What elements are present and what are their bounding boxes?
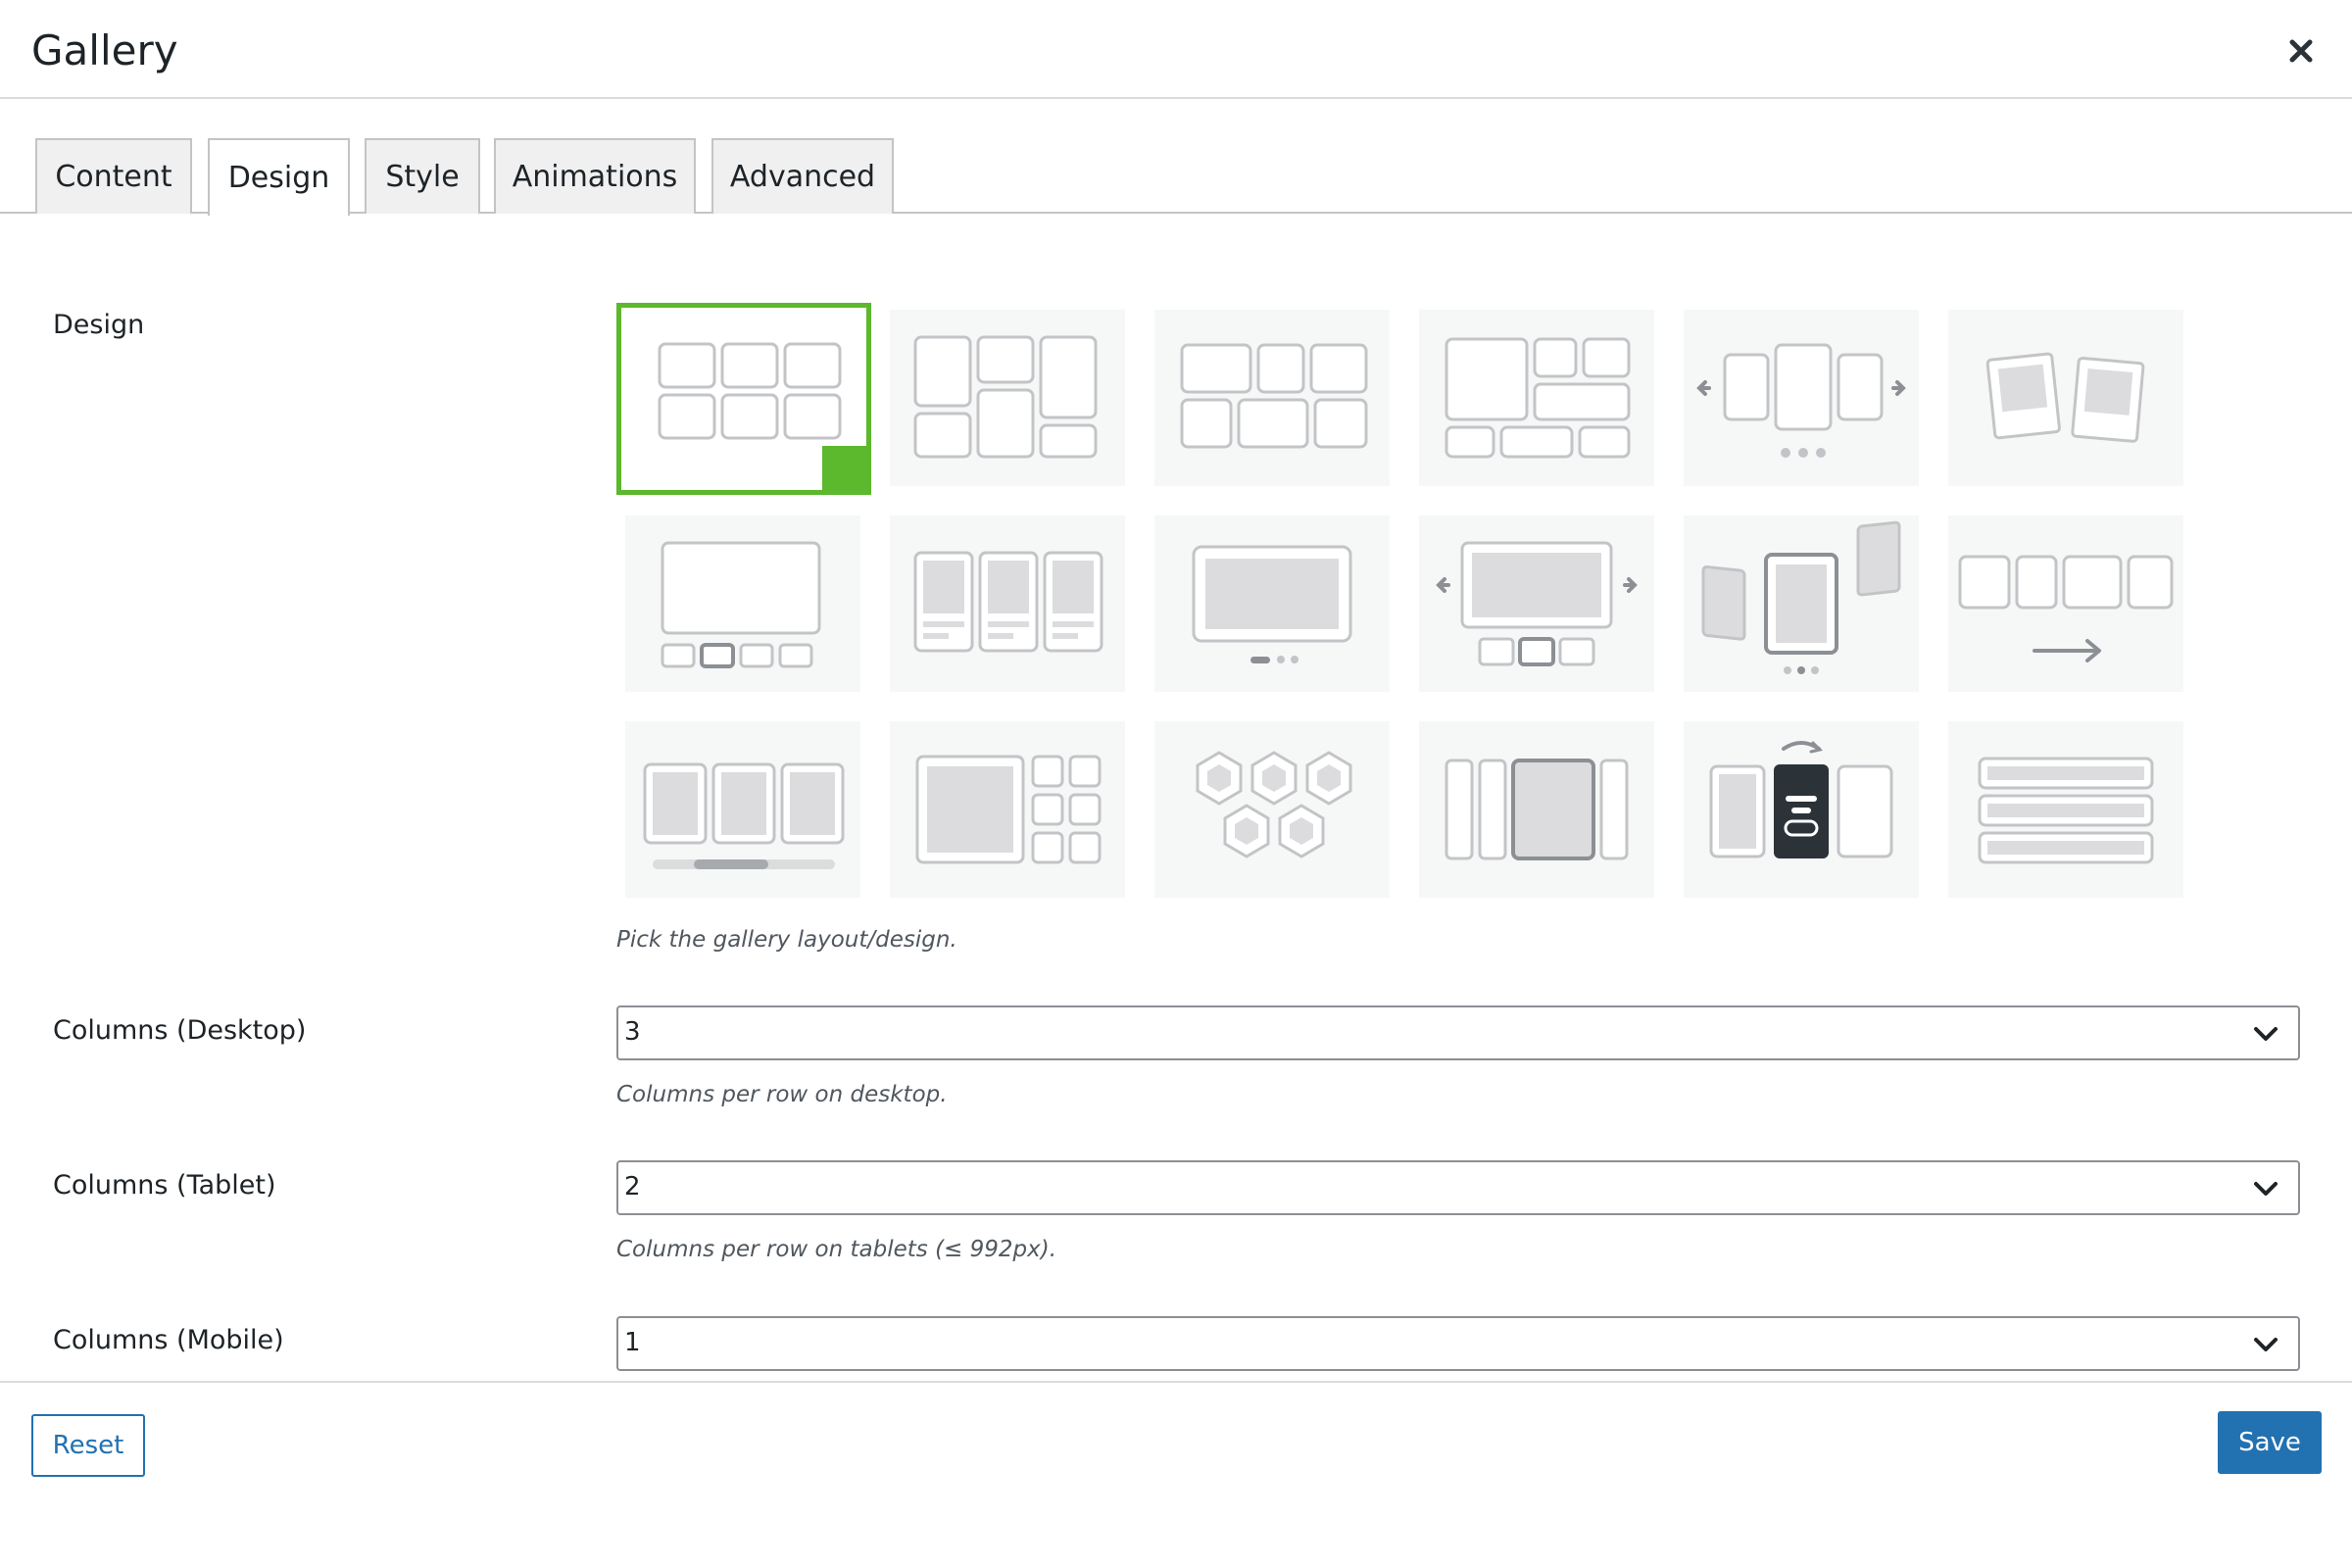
- columns-desktop-value: 3: [624, 1017, 641, 1047]
- modal-header: Gallery: [0, 0, 2352, 99]
- columns-mobile-value: 1: [624, 1328, 641, 1357]
- columns-tablet-value: 2: [624, 1172, 641, 1201]
- modal-footer: Reset Save: [0, 1381, 2352, 1568]
- thumbnail-slider-layout-icon: [661, 541, 821, 668]
- tab-bar: Content Design Style Animations Advanced: [0, 99, 2352, 216]
- chevron-down-icon: [2254, 1182, 2278, 1196]
- mosaic-layout-icon: [1445, 337, 1631, 459]
- layout-option-coverflow[interactable]: [1684, 515, 1919, 692]
- layout-option-hexagon[interactable]: [1154, 721, 1390, 898]
- checkmark-icon: [822, 446, 1027, 600]
- columns-tablet-label: Columns (Tablet): [53, 1170, 276, 1200]
- columns-mobile-label: Columns (Mobile): [53, 1325, 284, 1355]
- flip-card-layout-icon: [1709, 741, 1893, 858]
- layout-option-featured-grid[interactable]: [890, 721, 1125, 898]
- chevron-down-icon: [2254, 1027, 2278, 1041]
- columns-tablet-help: Columns per row on tablets (≤ 992px).: [616, 1237, 1057, 1262]
- carousel-layout-icon: [1696, 343, 1906, 458]
- tab-advanced[interactable]: Advanced: [711, 138, 894, 214]
- reset-button[interactable]: Reset: [31, 1414, 145, 1477]
- modal-title: Gallery: [31, 26, 178, 74]
- featured-grid-layout-icon: [915, 755, 1102, 864]
- layout-option-cards[interactable]: [890, 515, 1125, 692]
- design-help-text: Pick the gallery layout/design.: [616, 927, 957, 953]
- layout-option-slider-thumbnails[interactable]: [1419, 515, 1654, 692]
- accordion-layout-icon: [1445, 759, 1629, 860]
- layout-option-justified[interactable]: [1154, 310, 1390, 486]
- polaroid-layout-icon: [1985, 352, 2145, 443]
- columns-tablet-select[interactable]: 2: [616, 1160, 2300, 1215]
- tab-style[interactable]: Style: [365, 138, 480, 214]
- scroll-bar-layout-icon: [643, 762, 845, 869]
- list-layout-icon: [1978, 757, 2154, 864]
- columns-mobile-select[interactable]: 1: [616, 1316, 2300, 1371]
- hexagon-layout-icon: [1196, 751, 1352, 858]
- layout-option-scroll-bar[interactable]: [625, 721, 860, 898]
- design-layout-grid: [616, 303, 2185, 898]
- layout-option-mosaic[interactable]: [1419, 310, 1654, 486]
- chevron-down-icon: [2254, 1338, 2278, 1351]
- layout-option-carousel[interactable]: [1684, 310, 1919, 486]
- cards-layout-icon: [913, 551, 1103, 653]
- columns-desktop-label: Columns (Desktop): [53, 1015, 307, 1046]
- layout-option-flip-card[interactable]: [1684, 721, 1919, 898]
- tab-animations[interactable]: Animations: [494, 138, 696, 214]
- tab-content[interactable]: Content: [35, 138, 192, 214]
- layout-option-horizontal-scroll[interactable]: [1948, 515, 2183, 692]
- horizontal-scroll-layout-icon: [1958, 555, 2174, 662]
- masonry-layout-icon: [913, 335, 1098, 459]
- coverflow-layout-icon: [1701, 520, 1901, 674]
- layout-option-single-slider[interactable]: [1154, 515, 1390, 692]
- save-button[interactable]: Save: [2218, 1411, 2322, 1474]
- layout-option-accordion[interactable]: [1419, 721, 1654, 898]
- design-label: Design: [53, 310, 145, 340]
- layout-option-thumbnail-slider[interactable]: [625, 515, 860, 692]
- tab-design[interactable]: Design: [208, 138, 350, 216]
- slider-thumbnails-layout-icon: [1436, 541, 1638, 666]
- layout-option-list[interactable]: [1948, 721, 2183, 898]
- columns-desktop-select[interactable]: 3: [616, 1005, 2300, 1060]
- columns-desktop-help: Columns per row on desktop.: [616, 1082, 948, 1107]
- layout-option-polaroid[interactable]: [1948, 310, 2183, 486]
- layout-option-grid[interactable]: [616, 303, 1027, 600]
- close-icon[interactable]: [2279, 29, 2323, 73]
- justified-layout-icon: [1180, 343, 1368, 449]
- single-slider-layout-icon: [1192, 545, 1352, 663]
- layout-option-masonry[interactable]: [890, 310, 1125, 486]
